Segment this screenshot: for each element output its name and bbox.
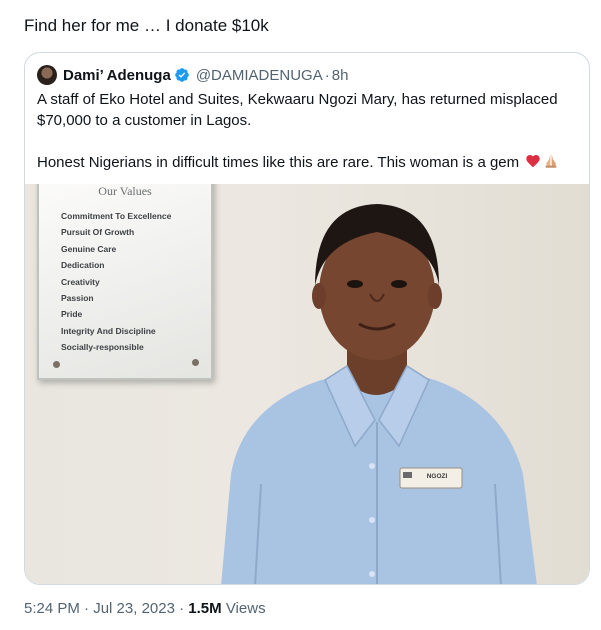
tweet-photo[interactable]: Our Values Commitment To Excellence Purs… [25, 184, 589, 584]
quoted-tweet-body: A staff of Eko Hotel and Suites, Kekwaar… [37, 89, 582, 173]
separator: · [179, 600, 185, 617]
folded-hands-icon [545, 154, 557, 168]
tweet-meta: 5:24 PM · Jul 23, 2023 · 1.5M Views [24, 600, 266, 617]
tweet-text: Find her for me … I donate $10k [24, 16, 269, 35]
separator: · [324, 66, 330, 84]
post-date[interactable]: Jul 23, 2023 [93, 600, 175, 617]
quote-paragraph-2: Honest Nigerians in difficult times like… [37, 154, 520, 171]
quoted-tweet-card[interactable]: Dami’ Adenuga @DAMIADENUGA · 8h A staff … [24, 52, 590, 585]
views-count[interactable]: 1.5M [188, 600, 221, 617]
post-time[interactable]: 5:24 PM [24, 600, 80, 617]
avatar[interactable] [37, 65, 57, 85]
display-name[interactable]: Dami’ Adenuga [63, 67, 171, 84]
quoted-tweet-header: Dami’ Adenuga @DAMIADENUGA · 8h [37, 64, 348, 86]
views-label: Views [225, 600, 266, 617]
time-ago[interactable]: 8h [332, 67, 349, 84]
red-heart-icon [526, 155, 540, 168]
woman-portrait: NGOZI [221, 204, 537, 584]
handle[interactable]: @DAMIADENUGA [196, 67, 323, 84]
verified-badge-icon [174, 68, 189, 82]
quote-paragraph-2-wrap: Honest Nigerians in difficult times like… [37, 152, 582, 173]
name-tag-text: NGOZI [427, 473, 448, 480]
separator: · [84, 600, 90, 617]
quote-paragraph-1: A staff of Eko Hotel and Suites, Kekwaar… [37, 91, 558, 129]
